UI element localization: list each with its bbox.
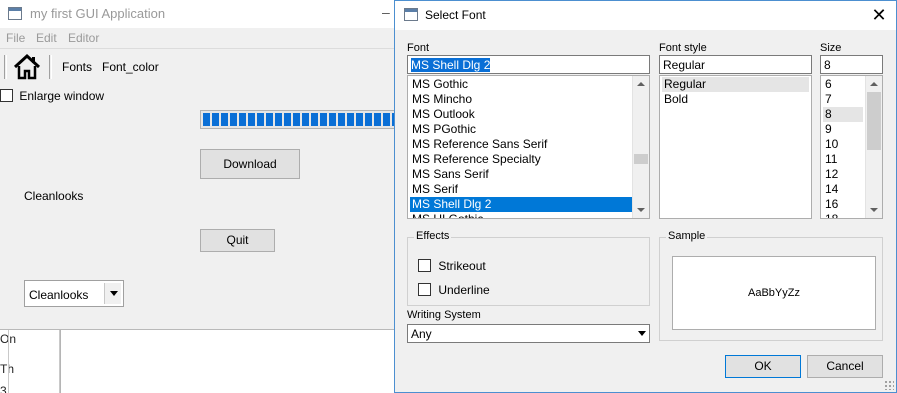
font-list-item[interactable]: MS UI Gothic	[410, 212, 632, 218]
underline-row[interactable]: Underline	[418, 282, 490, 297]
font-list[interactable]: MS Gothic MS Mincho MS Outlook MS PGothic MS…	[407, 75, 650, 219]
main-window-title: my first GUI Application	[30, 6, 166, 21]
menu-editor[interactable]: Editor	[68, 31, 99, 45]
size-label: Size	[820, 42, 842, 54]
cancel-button[interactable]: Cancel	[807, 355, 883, 378]
font-list-item[interactable]: MS Reference Sans Serif	[410, 137, 632, 152]
font-list-item[interactable]: MS Serif	[410, 182, 632, 197]
size-list-item[interactable]: 9	[823, 122, 863, 137]
progress-fill	[203, 113, 397, 126]
font-list-item[interactable]: MS Reference Specialty	[410, 152, 632, 167]
size-list[interactable]: 6 7 8 9 10 11 12 14 16 18	[820, 75, 883, 219]
dialog-title: Select Font	[425, 8, 486, 22]
resize-grip-icon[interactable]	[884, 380, 894, 390]
toolbar-separator	[49, 55, 52, 79]
size-list-item[interactable]: 7	[823, 92, 863, 107]
size-list-item[interactable]: 11	[823, 152, 863, 167]
writing-system-value: Any	[411, 327, 432, 341]
effects-title: Effects	[414, 230, 452, 242]
font-list-item[interactable]: MS Outlook	[410, 107, 632, 122]
minimize-icon[interactable]: –	[382, 4, 390, 20]
close-icon[interactable]: ✕	[865, 4, 893, 26]
style-combobox-value: Cleanlooks	[29, 288, 89, 302]
font-input[interactable]: MS Shell Dlg 2	[407, 55, 650, 74]
fonts-action[interactable]: Fonts	[62, 60, 92, 74]
effects-group: Effects Strikeout Underline	[407, 230, 650, 306]
font-input-value: MS Shell Dlg 2	[411, 58, 491, 72]
style-label: Cleanlooks	[24, 189, 84, 203]
underline-label: Underline	[438, 282, 490, 297]
chevron-down-icon[interactable]	[638, 331, 646, 336]
font-list-item[interactable]: MS Shell Dlg 2	[410, 197, 632, 212]
font-style-input[interactable]: Regular	[659, 55, 812, 74]
divider	[60, 330, 61, 393]
font-style-list[interactable]: Regular Bold	[659, 75, 812, 219]
quit-button[interactable]: Quit	[200, 229, 275, 252]
font-list-item[interactable]: MS Sans Serif	[410, 167, 632, 182]
main-window-titlebar[interactable]: my first GUI Application –	[0, 0, 400, 28]
sample-group: Sample AaBbYyZz	[659, 230, 883, 341]
strikeout-row[interactable]: Strikeout	[418, 258, 486, 273]
underlying-window: On Th 3	[0, 330, 60, 393]
app-icon	[8, 7, 22, 20]
font-label: Font	[407, 42, 430, 54]
download-button[interactable]: Download	[200, 149, 300, 179]
menubar: File Edit Editor	[0, 28, 400, 48]
menu-edit[interactable]: Edit	[36, 31, 57, 45]
home-icon	[13, 53, 41, 80]
scroll-up-icon[interactable]	[866, 76, 882, 92]
font-style-label: Font style	[659, 42, 707, 54]
size-list-item[interactable]: 18	[823, 212, 863, 218]
enlarge-window-label: Enlarge window	[19, 88, 105, 103]
ok-button[interactable]: OK	[725, 355, 801, 378]
scroll-thumb[interactable]	[634, 154, 648, 164]
underlying-text-2: Th	[0, 362, 15, 376]
size-list-item[interactable]: 14	[823, 182, 863, 197]
font-style-list-item[interactable]: Bold	[662, 92, 809, 107]
sample-title: Sample	[666, 230, 708, 242]
font-style-list-item[interactable]: Regular	[662, 77, 809, 92]
size-list-scrollbar[interactable]	[865, 76, 882, 218]
dialog-titlebar[interactable]: Select Font ✕	[395, 1, 896, 30]
font-list-item[interactable]: MS Gothic	[410, 77, 632, 92]
scroll-thumb[interactable]	[867, 92, 881, 150]
size-list-item[interactable]: 10	[823, 137, 863, 152]
app-icon	[404, 8, 418, 21]
scroll-down-icon[interactable]	[866, 202, 882, 218]
toolbar: Fonts Font_color	[0, 48, 400, 84]
scroll-up-icon[interactable]	[633, 76, 649, 92]
toolbar-grip[interactable]	[4, 55, 7, 79]
sample-preview: AaBbYyZz	[672, 256, 876, 330]
underlying-text-3: 3	[0, 384, 7, 393]
font-color-action[interactable]: Font_color	[102, 60, 159, 74]
size-list-item[interactable]: 8	[823, 107, 863, 122]
strikeout-checkbox[interactable]	[418, 259, 431, 273]
home-button[interactable]	[12, 53, 42, 81]
progress-bar	[200, 110, 400, 129]
strikeout-label: Strikeout	[438, 258, 486, 273]
size-list-item[interactable]: 6	[823, 77, 863, 92]
enlarge-window-row[interactable]: Enlarge window	[0, 88, 104, 104]
size-input[interactable]: 8	[820, 55, 883, 74]
scroll-down-icon[interactable]	[633, 202, 649, 218]
font-list-item[interactable]: MS PGothic	[410, 122, 632, 137]
select-font-dialog: Select Font ✕ Font MS Shell Dlg 2 MS Got…	[394, 0, 897, 393]
underline-checkbox[interactable]	[418, 283, 431, 297]
font-list-item[interactable]: MS Mincho	[410, 92, 632, 107]
writing-system-label: Writing System	[407, 309, 481, 321]
font-list-scrollbar[interactable]	[632, 76, 649, 218]
divider	[8, 330, 9, 393]
size-list-item[interactable]: 12	[823, 167, 863, 182]
style-combobox[interactable]: Cleanlooks	[24, 280, 124, 307]
size-list-item[interactable]: 16	[823, 197, 863, 212]
menu-file[interactable]: File	[6, 31, 25, 45]
enlarge-window-checkbox[interactable]	[0, 89, 13, 103]
chevron-down-icon[interactable]	[104, 283, 121, 304]
writing-system-combobox[interactable]: Any	[407, 324, 650, 343]
main-window: my first GUI Application – File Edit Edi…	[0, 0, 400, 330]
sample-text: AaBbYyZz	[748, 287, 800, 299]
